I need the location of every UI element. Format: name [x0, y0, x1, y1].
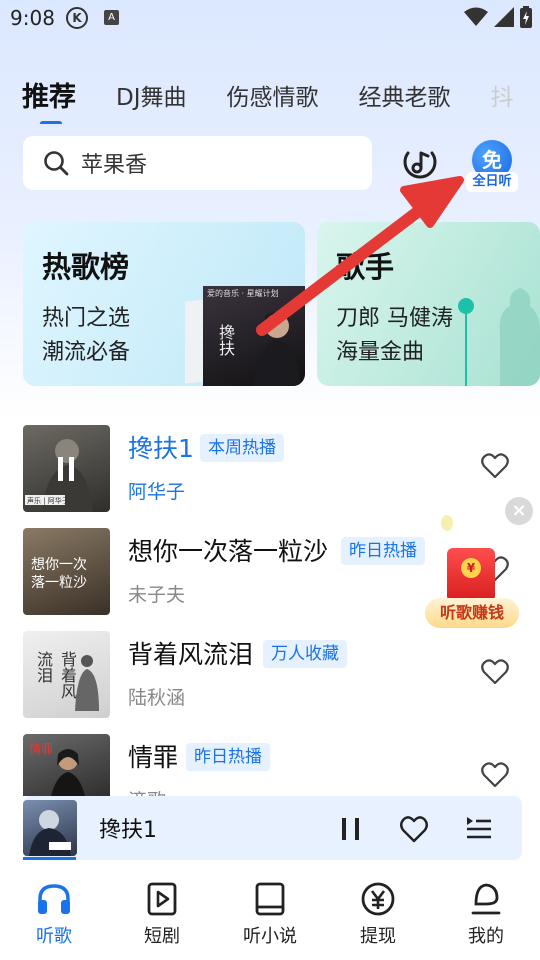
song-title: 背着风流泪: [128, 640, 254, 669]
song-tag: 万人收藏: [263, 640, 347, 668]
signal-icon: [494, 7, 514, 27]
earn-money-button[interactable]: 听歌赚钱: [425, 598, 519, 628]
song-thumbnail: 情罪: [23, 734, 110, 796]
song-artist: 未子夫: [128, 584, 186, 606]
heart-icon[interactable]: [481, 762, 509, 788]
singer-card-subtitle-2: 海量金曲: [336, 340, 425, 365]
song-item-1[interactable]: 声乐 | 阿华子 搀扶1 本周热播 阿华子: [23, 425, 540, 513]
favorite-heart-icon[interactable]: [399, 814, 429, 844]
promo-close-button[interactable]: ×: [505, 497, 533, 525]
song-thumb-caption: 声乐 | 阿华子: [27, 497, 69, 505]
bottom-navigation: 听歌 短剧 听小说 提现 我的: [0, 872, 540, 960]
album-cover-image: 爱的音乐 · 星耀计划 搀扶: [203, 286, 305, 386]
player-song-title: 搀扶1: [99, 818, 157, 843]
player-progress-bar: [23, 857, 76, 860]
hot-card-subtitle-1: 热门之选: [42, 306, 131, 331]
song-item-4[interactable]: 情罪 情罪 昨日热播 滴歌: [23, 734, 540, 796]
music-note-icon: [403, 151, 437, 179]
song-title: 搀扶1: [128, 434, 194, 463]
free-label: 全日听: [466, 172, 518, 192]
song-title: 想你一次落一粒沙: [128, 537, 329, 566]
song-tag: 昨日热播: [341, 537, 425, 565]
playlist-icon[interactable]: [464, 814, 494, 844]
pause-overlay-icon[interactable]: [56, 457, 76, 481]
heart-icon[interactable]: [481, 453, 509, 479]
song-thumbnail: 背着风流泪: [23, 631, 110, 718]
player-thumbnail: [23, 800, 77, 856]
search-icon: [44, 151, 69, 176]
battery-icon: [520, 6, 532, 28]
album-cover-caption: 爱的音乐 · 星耀计划: [207, 289, 279, 298]
nav-label: 听小说: [243, 926, 297, 947]
play-video-icon: [147, 882, 177, 916]
category-tabs: 推荐 DJ舞曲 伤感情歌 经典老歌 抖: [22, 78, 540, 124]
heart-icon[interactable]: [481, 659, 509, 685]
red-envelope-icon[interactable]: ¥: [447, 548, 495, 602]
singers-card[interactable]: 歌手 刀郎 马健涛 海量金曲: [317, 222, 540, 386]
song-thumb-text: 想你一次 落一粒沙: [31, 557, 87, 591]
tab-douyin[interactable]: 抖: [491, 78, 514, 118]
yen-icon: [361, 882, 395, 916]
song-thumbnail: 想你一次 落一粒沙: [23, 528, 110, 615]
hot-songs-card[interactable]: 热歌榜 热门之选 潮流必备 爱的音乐 · 星耀计划 搀扶: [23, 222, 305, 386]
nav-label: 提现: [360, 926, 396, 947]
pause-button[interactable]: [336, 814, 366, 844]
nav-withdraw[interactable]: 提现: [324, 872, 432, 960]
status-indicators: [464, 6, 532, 28]
nav-label: 我的: [468, 926, 504, 947]
song-thumbnail: 声乐 | 阿华子: [23, 425, 110, 512]
singer-silhouette-image: [458, 288, 540, 386]
tab-classic[interactable]: 经典老歌: [359, 78, 451, 118]
music-recognition-button[interactable]: [400, 143, 440, 183]
mini-player[interactable]: 搀扶1: [23, 796, 522, 860]
album-cover-script: 搀扶: [216, 324, 235, 356]
search-text: 苹果香: [81, 153, 148, 178]
nav-me[interactable]: 我的: [432, 872, 540, 960]
song-tag: 本周热播: [200, 434, 284, 462]
nav-label: 短剧: [144, 926, 180, 947]
singer-card-title: 歌手: [336, 250, 395, 284]
search-input[interactable]: 苹果香: [23, 136, 372, 190]
nav-label: 听歌: [36, 926, 72, 947]
hot-card-title: 热歌榜: [42, 250, 130, 284]
headphones-icon: [38, 884, 70, 914]
song-artist: 滴歌: [128, 786, 166, 796]
coin-icon: ¥: [461, 558, 481, 578]
tab-recommend[interactable]: 推荐: [22, 78, 76, 124]
book-icon: [255, 882, 285, 916]
user-icon: [471, 883, 501, 915]
wifi-icon: [464, 7, 488, 26]
song-tag: 昨日热播: [186, 743, 270, 771]
tab-dj[interactable]: DJ舞曲: [116, 78, 187, 118]
singer-portrait: [253, 312, 301, 386]
sparkle-icon: [441, 515, 453, 531]
a-notification-icon: A: [104, 10, 119, 25]
song-item-3[interactable]: 背着风流泪 背着风流泪 万人收藏 陆秋涵: [23, 631, 540, 719]
k-app-icon: K: [66, 7, 88, 29]
song-artist: 陆秋涵: [128, 687, 186, 709]
nav-novels[interactable]: 听小说: [216, 872, 324, 960]
song-title: 情罪: [128, 743, 179, 772]
tab-sad-songs[interactable]: 伤感情歌: [227, 78, 319, 118]
hot-card-subtitle-2: 潮流必备: [42, 340, 131, 365]
nav-short-drama[interactable]: 短剧: [108, 872, 216, 960]
status-time: 9:08: [10, 6, 55, 30]
free-listen-button[interactable]: 免 全日听: [466, 140, 518, 194]
nav-listen[interactable]: 听歌: [0, 872, 108, 960]
status-bar: 9:08 K A: [0, 0, 540, 36]
song-artist: 阿华子: [128, 481, 186, 503]
